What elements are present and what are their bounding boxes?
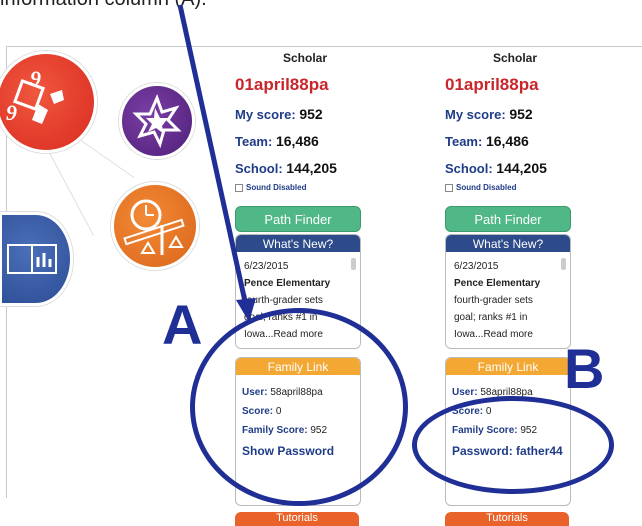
tutorials-button[interactable]: Tutorials [445,512,569,526]
tutorials-button[interactable]: Tutorials [235,512,359,526]
annotation-label-b: B [564,337,605,400]
annotation-label-a: A [162,293,203,356]
annotation-circle-a [190,308,408,506]
annotation-circle-b [412,396,614,494]
